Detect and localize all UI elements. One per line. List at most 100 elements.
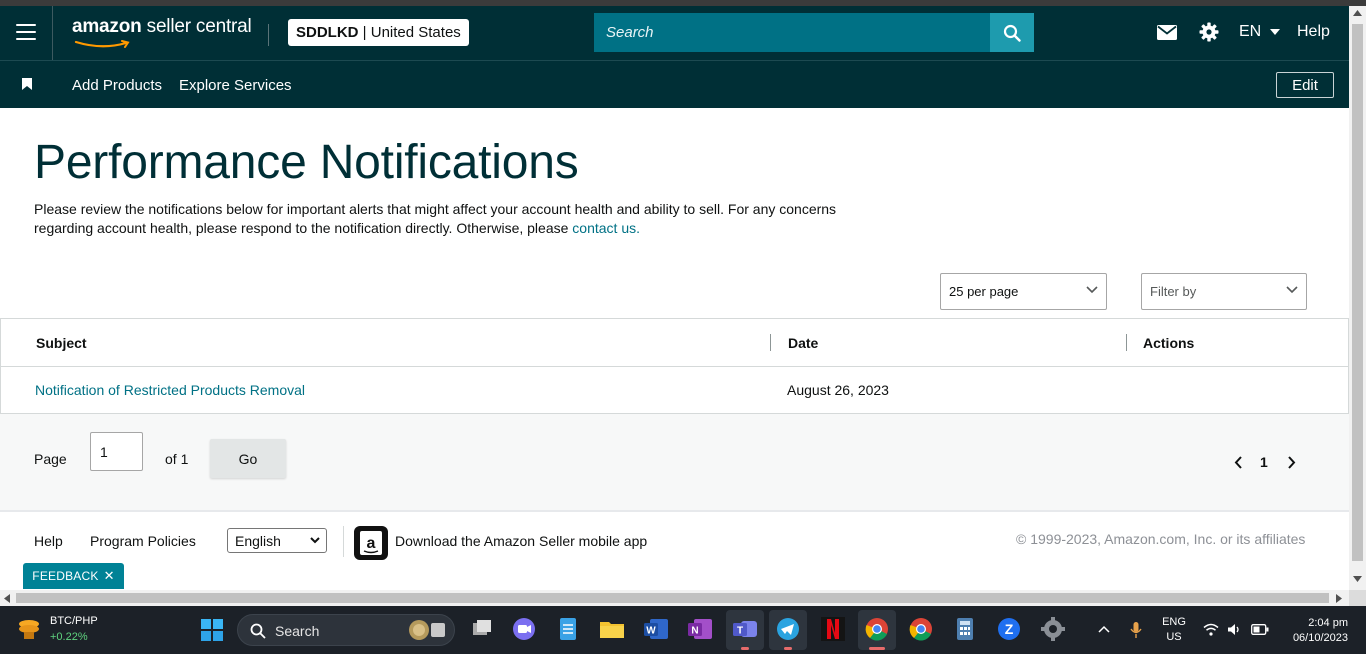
- secondary-nav: Add Products Explore Services Edit: [0, 60, 1349, 108]
- chrome-icon-container[interactable]: [858, 610, 896, 650]
- onenote-icon[interactable]: N: [686, 615, 714, 643]
- footer-divider: [0, 510, 1349, 512]
- file-explorer-icon[interactable]: [598, 615, 626, 643]
- footer-language-select[interactable]: English: [227, 528, 327, 553]
- bookmark-icon[interactable]: [22, 78, 32, 90]
- page-number-input[interactable]: 1: [90, 432, 143, 471]
- pagination-bar: Page 1 of 1 Go 1: [0, 414, 1349, 510]
- teams-indicator: [741, 647, 749, 650]
- caret-down-icon: [1269, 28, 1280, 35]
- telegram-icon: [777, 618, 799, 640]
- page-title: Performance Notifications: [34, 136, 579, 189]
- taskbar-search-label: Search: [275, 623, 320, 639]
- windows-start-icon[interactable]: [201, 619, 223, 641]
- chevron-right-icon[interactable]: [1287, 456, 1296, 469]
- help-link[interactable]: Help: [1297, 23, 1330, 41]
- edit-nav-button[interactable]: Edit: [1276, 72, 1334, 98]
- notifications-table: Subject Date Actions Notification of Res…: [0, 318, 1349, 414]
- close-icon[interactable]: ✕: [104, 568, 115, 584]
- intro-text: Please review the notifications below fo…: [34, 201, 837, 236]
- chevron-up-icon[interactable]: [1098, 625, 1110, 633]
- header-divider: [268, 24, 269, 46]
- volume-icon[interactable]: [1227, 623, 1241, 636]
- svg-text:W: W: [646, 626, 656, 637]
- telegram-icon-container[interactable]: [769, 610, 807, 650]
- svg-text:Z: Z: [1005, 621, 1014, 637]
- current-page-number[interactable]: 1: [1260, 454, 1268, 470]
- chevron-down-icon: [1286, 286, 1298, 294]
- footer-help-link[interactable]: Help: [34, 533, 63, 549]
- scroll-up-icon[interactable]: [1353, 10, 1362, 16]
- input-language: ENG: [1162, 616, 1186, 628]
- horizontal-scrollbar[interactable]: [0, 590, 1349, 606]
- search-input[interactable]: Search: [594, 13, 991, 52]
- scroll-left-icon[interactable]: [4, 594, 10, 603]
- seller-central-logo[interactable]: amazon seller central: [72, 16, 252, 38]
- amazon-a-logo-icon: a: [360, 531, 382, 555]
- contact-us-link[interactable]: contact us.: [572, 220, 640, 236]
- meet-icon[interactable]: [510, 615, 538, 643]
- search-highlight-icon: [409, 620, 445, 640]
- account-code: SDDLKD: [296, 24, 359, 41]
- search-button[interactable]: [990, 13, 1034, 52]
- netflix-icon[interactable]: [819, 615, 847, 643]
- teams-icon: T: [733, 621, 757, 637]
- calculator-icon[interactable]: [951, 615, 979, 643]
- gear-icon[interactable]: [1199, 22, 1219, 42]
- search-icon: [1003, 24, 1021, 42]
- vertical-scrollbar[interactable]: [1349, 6, 1366, 590]
- wifi-icon[interactable]: [1203, 623, 1219, 636]
- chevron-down-icon: [310, 537, 320, 544]
- amazon-smile-icon: [74, 40, 130, 48]
- teams-icon-container[interactable]: T: [726, 610, 764, 650]
- scroll-right-icon[interactable]: [1336, 594, 1342, 603]
- zoom-icon[interactable]: Z: [995, 615, 1023, 643]
- chevron-left-icon[interactable]: [1234, 456, 1243, 469]
- download-app-link[interactable]: Download the Amazon Seller mobile app: [395, 533, 647, 549]
- notification-subject-link[interactable]: Notification of Restricted Products Remo…: [35, 382, 305, 398]
- column-header-date[interactable]: Date: [788, 335, 818, 351]
- scrollbar-thumb[interactable]: [1352, 24, 1363, 561]
- per-page-select[interactable]: 25 per page: [940, 273, 1107, 310]
- mail-icon[interactable]: [1157, 25, 1177, 40]
- go-button[interactable]: Go: [210, 439, 286, 478]
- scroll-down-icon[interactable]: [1353, 576, 1362, 582]
- scrollbar-corner: [1349, 590, 1366, 606]
- notepad-icon[interactable]: [554, 615, 582, 643]
- amazon-app-icon[interactable]: a: [354, 526, 388, 560]
- hamburger-menu-icon[interactable]: [16, 24, 36, 40]
- footer-separator: [343, 526, 344, 557]
- scrollbar-thumb[interactable]: [16, 593, 1329, 603]
- nav-explore-services[interactable]: Explore Services: [179, 77, 292, 94]
- battery-icon[interactable]: [1251, 624, 1269, 635]
- weather-widget[interactable]: BTC/PHP +0.22%: [16, 615, 98, 643]
- account-region: United States: [370, 24, 461, 41]
- page-label: Page: [34, 451, 67, 467]
- filter-placeholder: Filter by: [1150, 284, 1197, 299]
- nav-add-products[interactable]: Add Products: [72, 77, 162, 94]
- header-divider: [52, 6, 53, 60]
- column-header-subject[interactable]: Subject: [36, 335, 87, 351]
- windows-taskbar: BTC/PHP +0.22% Search W N T Z ENG US 2:0…: [0, 606, 1366, 654]
- task-view-icon[interactable]: [468, 615, 496, 643]
- microphone-icon[interactable]: [1130, 621, 1142, 639]
- seller-central-header: amazon seller central SDDLKD | United St…: [0, 6, 1349, 60]
- filter-by-select[interactable]: Filter by: [1141, 273, 1307, 310]
- footer-program-policies-link[interactable]: Program Policies: [90, 533, 196, 549]
- word-icon[interactable]: W: [642, 615, 670, 643]
- taskbar-search[interactable]: Search: [237, 614, 455, 646]
- logo-seller-central-text: seller central: [146, 16, 252, 37]
- copyright-text: © 1999-2023, Amazon.com, Inc. or its aff…: [1016, 531, 1306, 547]
- system-clock[interactable]: 2:04 pm 06/10/2023: [1276, 616, 1348, 646]
- clock-time: 2:04 pm: [1308, 617, 1348, 629]
- feedback-tab[interactable]: FEEDBACK ✕: [23, 563, 124, 589]
- input-region: US: [1166, 631, 1182, 643]
- chrome-profile-icon[interactable]: [907, 615, 935, 643]
- chevron-down-icon: [1086, 286, 1098, 294]
- language-selector[interactable]: EN: [1239, 23, 1280, 41]
- account-switcher[interactable]: SDDLKD | United States: [288, 19, 469, 46]
- footer-language-value: English: [235, 533, 281, 549]
- table-row-divider: [1, 366, 1348, 367]
- settings-gear-icon[interactable]: [1039, 615, 1067, 643]
- input-language-indicator[interactable]: ENG US: [1160, 615, 1188, 645]
